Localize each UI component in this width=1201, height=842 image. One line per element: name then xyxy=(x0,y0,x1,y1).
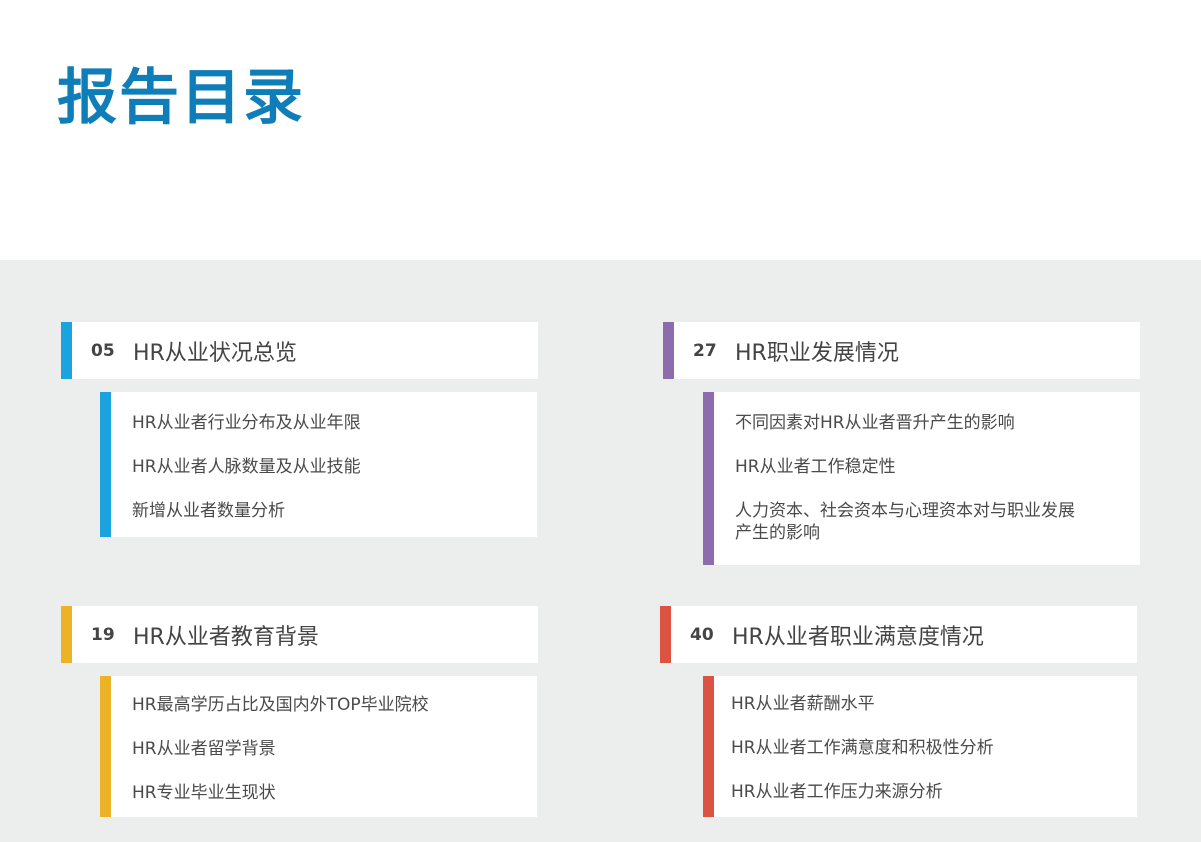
sub-color-bar xyxy=(100,676,111,817)
sub-color-bar xyxy=(100,392,111,537)
toc-item[interactable]: 不同因素对HR从业者晋升产生的影响 xyxy=(735,412,1015,434)
section-color-bar xyxy=(663,322,674,379)
section-title: HR从业状况总览 xyxy=(133,340,297,366)
section-header-27[interactable]: 27 HR职业发展情况 xyxy=(663,322,1140,379)
section-page-number: 05 xyxy=(91,340,115,361)
toc-item[interactable]: HR从业者工作稳定性 xyxy=(735,456,896,478)
section-color-bar xyxy=(61,606,72,663)
toc-item-continued[interactable]: 产生的影响 xyxy=(735,522,820,544)
toc-item[interactable]: HR从业者留学背景 xyxy=(132,738,276,760)
toc-item[interactable]: 人力资本、社会资本与心理资本对与职业发展 xyxy=(735,500,1075,522)
page-title: 报告目录 xyxy=(57,63,305,133)
section-title: HR职业发展情况 xyxy=(735,340,899,366)
sub-color-bar xyxy=(703,676,714,817)
toc-item[interactable]: HR专业毕业生现状 xyxy=(132,782,276,804)
section-title: HR从业者职业满意度情况 xyxy=(732,624,984,650)
section-page-number: 19 xyxy=(91,624,115,645)
section-color-bar xyxy=(660,606,671,663)
section-header-19[interactable]: 19 HR从业者教育背景 xyxy=(61,606,538,663)
toc-item[interactable]: HR从业者行业分布及从业年限 xyxy=(132,412,361,434)
section-header-05[interactable]: 05 HR从业状况总览 xyxy=(61,322,538,379)
toc-item[interactable]: HR最高学历占比及国内外TOP毕业院校 xyxy=(132,694,429,716)
section-title: HR从业者教育背景 xyxy=(133,624,319,650)
toc-item[interactable]: HR从业者人脉数量及从业技能 xyxy=(132,456,361,478)
toc-item[interactable]: 新增从业者数量分析 xyxy=(132,500,285,522)
toc-item[interactable]: HR从业者薪酬水平 xyxy=(731,693,875,715)
section-header-40[interactable]: 40 HR从业者职业满意度情况 xyxy=(660,606,1137,663)
section-items-05: HR从业者行业分布及从业年限 HR从业者人脉数量及从业技能 新增从业者数量分析 xyxy=(100,392,537,537)
section-page-number: 27 xyxy=(693,340,717,361)
toc-item[interactable]: HR从业者工作压力来源分析 xyxy=(731,781,943,803)
toc-item[interactable]: HR从业者工作满意度和积极性分析 xyxy=(731,737,994,759)
section-color-bar xyxy=(61,322,72,379)
section-items-40: HR从业者薪酬水平 HR从业者工作满意度和积极性分析 HR从业者工作压力来源分析 xyxy=(703,676,1137,817)
section-items-19: HR最高学历占比及国内外TOP毕业院校 HR从业者留学背景 HR专业毕业生现状 xyxy=(100,676,537,817)
sub-color-bar xyxy=(703,392,714,565)
section-items-27: 不同因素对HR从业者晋升产生的影响 HR从业者工作稳定性 人力资本、社会资本与心… xyxy=(703,392,1140,565)
section-page-number: 40 xyxy=(690,624,714,645)
